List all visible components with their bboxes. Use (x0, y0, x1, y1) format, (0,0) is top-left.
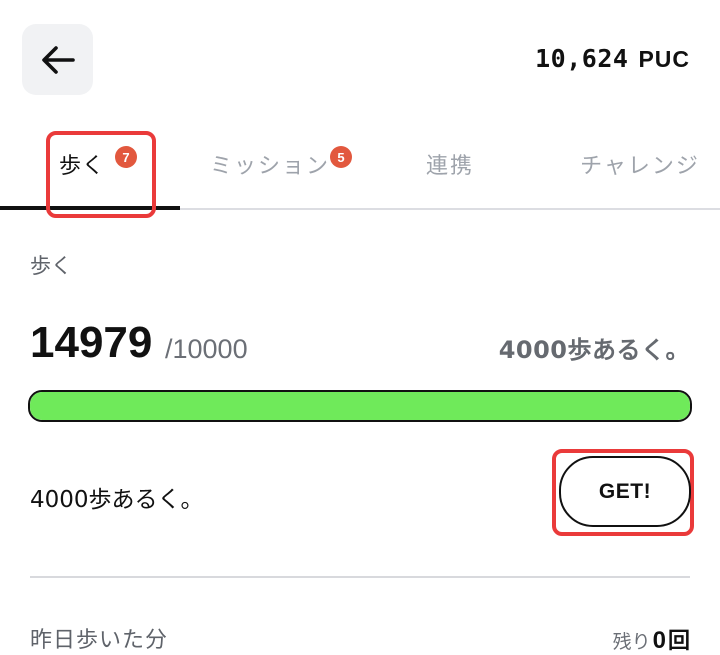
yesterday-label: 昨日歩いた分 (30, 628, 169, 653)
mission-text: 4000歩あるく。 (30, 487, 204, 513)
balance-unit: PUC (638, 46, 690, 72)
tab-label: ミッション (209, 154, 330, 179)
tab-badge: 7 (115, 146, 137, 168)
arrow-left-icon (41, 45, 75, 74)
balance: 10,624 PUC (535, 44, 690, 73)
progress-bar (28, 390, 692, 422)
tab-label: 歩く (58, 154, 105, 179)
steps-current: 14979 (30, 318, 153, 367)
remaining-suffix: 回 (667, 629, 690, 654)
tab-label: チャレンジ (580, 154, 700, 179)
steps-goal: /10000 (165, 334, 248, 364)
tab-integration[interactable]: 連携 (360, 118, 540, 210)
get-button[interactable]: GET! (559, 456, 691, 527)
tab-label: 連携 (425, 154, 474, 179)
tab-badge: 5 (330, 146, 352, 168)
remaining-count-group: 残り 0 回 (613, 623, 690, 655)
steps-caption: 4000歩あるく。 (498, 336, 690, 364)
tab-mission[interactable]: ミッション 5 (180, 118, 360, 210)
remaining-prefix: 残り (612, 631, 651, 653)
section-divider (30, 576, 690, 578)
section-title: 歩く (30, 254, 72, 278)
tab-bar: 歩く 7 ミッション 5 連携 チャレンジ (0, 118, 720, 210)
active-tab-indicator (0, 206, 180, 210)
balance-amount: 10,624 (535, 44, 629, 73)
progress-fill (30, 392, 690, 420)
tab-walk[interactable]: 歩く 7 (0, 118, 180, 210)
back-button[interactable] (22, 24, 93, 95)
tab-challenge[interactable]: チャレンジ (540, 118, 720, 210)
